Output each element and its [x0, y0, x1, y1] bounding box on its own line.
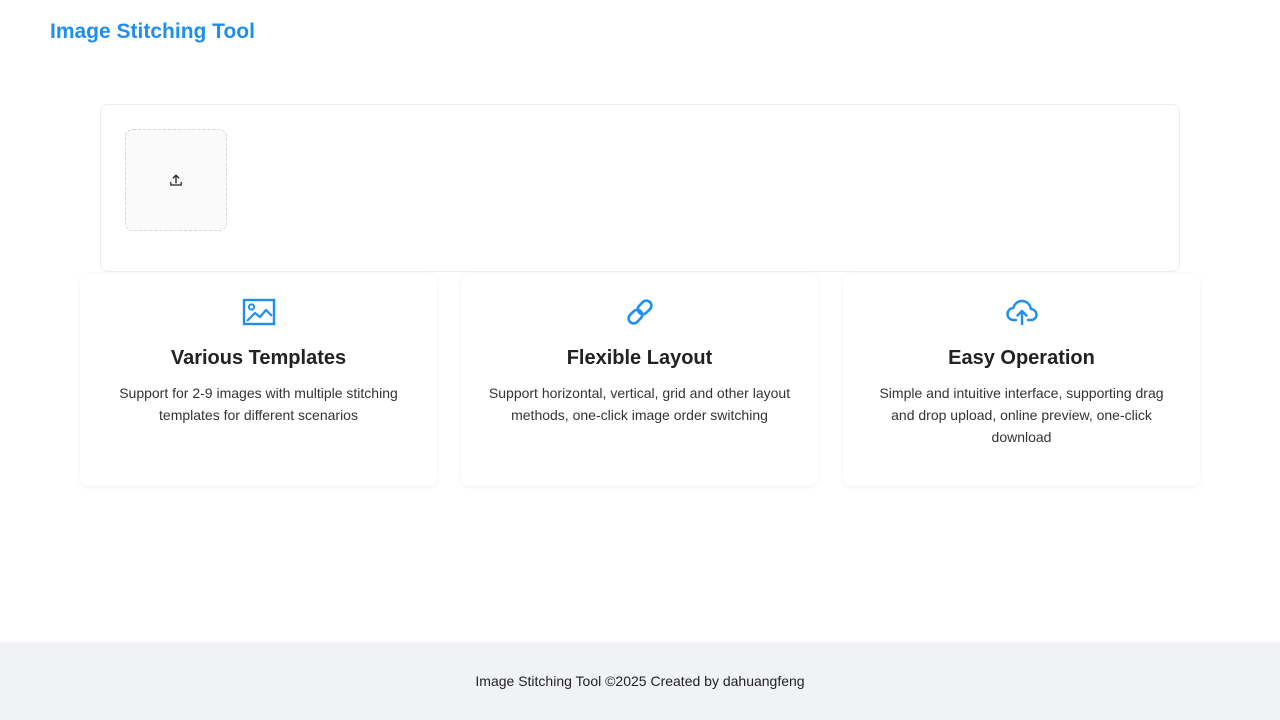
cloud-upload-icon [1005, 296, 1039, 328]
upload-panel [100, 104, 1180, 272]
feature-description: Simple and intuitive interface, supporti… [879, 385, 1164, 445]
feature-title: Easy Operation [948, 347, 1095, 369]
feature-card-layout: Flexible Layout Support horizontal, vert… [461, 273, 818, 486]
footer-text: Image Stitching Tool ©2025 Created by da… [475, 673, 805, 689]
upload-button[interactable] [125, 129, 227, 231]
feature-title: Various Templates [170, 347, 347, 369]
feature-description: Support horizontal, vertical, grid and o… [488, 385, 791, 423]
feature-title: Flexible Layout [566, 347, 713, 369]
feature-card-templates: Various Templates Support for 2-9 images… [80, 273, 437, 486]
link-icon [623, 296, 657, 328]
image-icon [242, 296, 276, 328]
feature-description: Support for 2-9 images with multiple sti… [119, 385, 398, 423]
upload-icon [170, 174, 182, 186]
feature-card-operation: Easy Operation Simple and intuitive inte… [843, 273, 1200, 486]
footer: Image Stitching Tool ©2025 Created by da… [0, 642, 1280, 720]
app-title[interactable]: Image Stitching Tool [50, 18, 255, 46]
